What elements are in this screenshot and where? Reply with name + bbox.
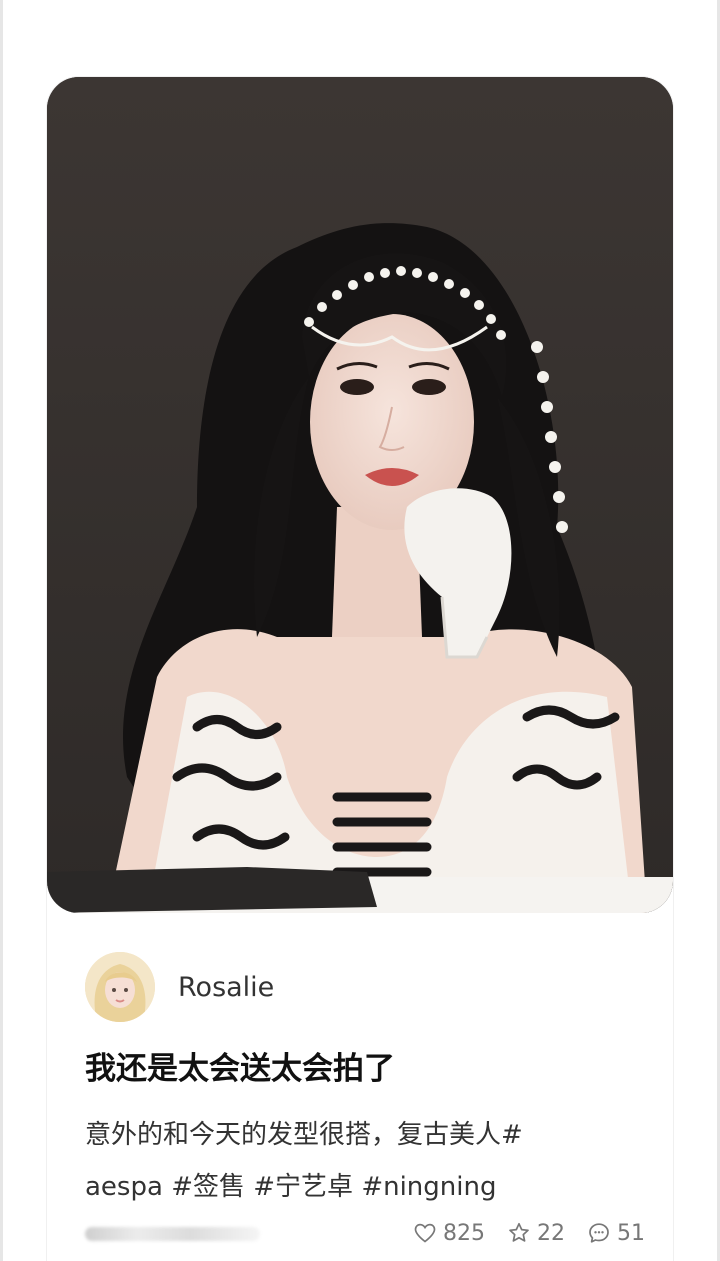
post-body-text: 意外的和今天的发型很搭，复古美人# xyxy=(85,1120,523,1150)
star-icon xyxy=(509,1222,529,1242)
post-footer: 825 22 51 xyxy=(85,1215,645,1251)
like-count: 825 xyxy=(443,1220,485,1246)
hashtag[interactable]: #ningning xyxy=(361,1172,496,1202)
post-photo[interactable] xyxy=(47,77,673,913)
post-body: 意外的和今天的发型很搭，复古美人# aespa #签售 #宁艺卓 #ningni… xyxy=(85,1109,625,1213)
favorite-count: 22 xyxy=(537,1220,565,1246)
comment-count: 51 xyxy=(617,1220,645,1246)
author-name[interactable]: Rosalie xyxy=(178,972,274,1003)
hashtag[interactable]: aespa xyxy=(85,1172,163,1202)
hashtag[interactable]: #宁艺卓 xyxy=(253,1172,353,1202)
avatar-blonde-user-icon xyxy=(85,952,155,1022)
post-card[interactable]: Rosalie 我还是太会送太会拍了 意外的和今天的发型很搭，复古美人# aes… xyxy=(47,77,673,1261)
left-edge xyxy=(0,0,3,1261)
comment-button[interactable]: 51 xyxy=(587,1221,645,1246)
portrait-photo-icon xyxy=(47,77,673,913)
stats-bar: 825 22 51 xyxy=(413,1215,645,1251)
like-button[interactable]: 825 xyxy=(413,1221,485,1246)
heart-icon xyxy=(414,1223,436,1243)
comment-icon xyxy=(589,1223,609,1243)
author-avatar[interactable] xyxy=(85,952,155,1022)
favorite-button[interactable]: 22 xyxy=(507,1221,565,1246)
hashtag[interactable]: #签售 xyxy=(171,1172,245,1202)
blurred-date xyxy=(85,1227,260,1241)
author-row[interactable]: Rosalie xyxy=(85,952,274,1022)
post-title[interactable]: 我还是太会送太会拍了 xyxy=(85,1047,645,1091)
